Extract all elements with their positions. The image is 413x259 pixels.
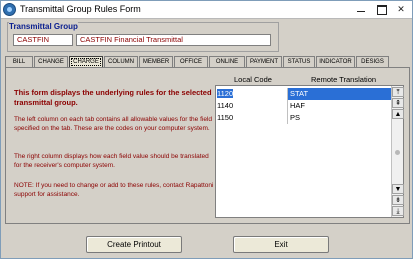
create-printout-button[interactable]: Create Printout (86, 236, 182, 253)
rules-form-window: Transmittal Group Rules Form ✕ Transmitt… (0, 0, 413, 259)
scroll-down-icon[interactable]: ▼ (392, 184, 404, 194)
local-code-value: 1120 (217, 89, 234, 98)
info-paragraph-left-column: The left column on each tab contains all… (14, 116, 213, 132)
group-name-field: CASTFIN Financial Transmittal (76, 34, 271, 46)
table-row[interactable]: 1150 PS (216, 112, 391, 124)
remote-translation-cell[interactable]: HAF (288, 100, 391, 112)
window-title: Transmittal Group Rules Form (20, 4, 141, 14)
scroll-page-down-icon[interactable]: ⇟ (392, 195, 404, 205)
tab-label: INDICATOR (319, 59, 352, 65)
info-paragraph-right-column: The right column displays how each field… (14, 153, 209, 169)
local-code-cell[interactable]: 1140 (216, 100, 288, 112)
tab-online[interactable]: ONLINE (209, 56, 245, 67)
tab-label: DESIGS (361, 59, 384, 65)
app-icon (3, 3, 16, 16)
tab-member[interactable]: MEMBER (139, 56, 173, 67)
tab-payment[interactable]: PAYMENT (246, 56, 282, 67)
group-code-field: CASTFIN (13, 34, 73, 46)
table-row[interactable]: 1120 STAT (216, 88, 391, 100)
tab-label: CHARGE (71, 58, 101, 66)
tab-label: PAYMENT (249, 59, 279, 65)
remote-translation-cell[interactable]: PS (288, 112, 391, 124)
scroll-top-icon[interactable]: ⤒ (392, 87, 404, 97)
info-paragraph-note: NOTE: If you need to change or add to th… (14, 182, 214, 198)
local-code-value: 1140 (217, 101, 234, 110)
minimize-icon[interactable] (354, 3, 368, 15)
tab-office[interactable]: OFFICE (174, 56, 208, 67)
tab-indicator[interactable]: INDICATOR (316, 56, 355, 67)
tab-label: BILL (12, 59, 26, 65)
tab-label: MEMBER (142, 59, 170, 65)
exit-button[interactable]: Exit (233, 236, 329, 253)
table-row[interactable]: 1140 HAF (216, 100, 391, 112)
tab-label: ONLINE (215, 59, 239, 65)
tab-change[interactable]: CHANGE (34, 56, 68, 67)
local-code-cell[interactable]: 1120 (216, 88, 288, 100)
maximize-icon[interactable] (374, 3, 388, 15)
scroll-up-icon[interactable]: ▲ (392, 109, 404, 119)
scroll-page-up-icon[interactable]: ⇞ (392, 98, 404, 108)
rules-grid[interactable]: 1120 STAT 1140 HAF 1150 PS ⤒ ⇞ ▲ ▼ ⇟ ⤓ (215, 85, 404, 218)
tab-label: OFFICE (180, 59, 202, 65)
scroll-thumb[interactable] (395, 150, 400, 155)
info-heading: This form displays the underlying rules … (14, 88, 212, 107)
tab-status[interactable]: STATUS (283, 56, 315, 67)
grid-scrollbar[interactable]: ⤒ ⇞ ▲ ▼ ⇟ ⤓ (391, 86, 404, 217)
title-bar[interactable]: Transmittal Group Rules Form ✕ (1, 1, 412, 19)
remote-translation-cell[interactable]: STAT (288, 88, 391, 100)
local-code-cell[interactable]: 1150 (216, 112, 288, 124)
tab-label: STATUS (287, 59, 311, 65)
transmittal-group-title: Transmittal Group (9, 22, 78, 31)
close-icon[interactable]: ✕ (394, 3, 408, 15)
local-code-value: 1150 (217, 113, 234, 122)
tab-column[interactable]: COLUMN (104, 56, 138, 67)
scroll-bottom-icon[interactable]: ⤓ (392, 206, 404, 216)
tab-bill[interactable]: BILL (5, 56, 33, 67)
tab-label: COLUMN (107, 59, 134, 65)
remote-translation-header: Remote Translation (311, 75, 377, 84)
tab-desigs[interactable]: DESIGS (356, 56, 389, 67)
tab-label: CHANGE (38, 59, 64, 65)
local-code-header: Local Code (234, 75, 272, 84)
